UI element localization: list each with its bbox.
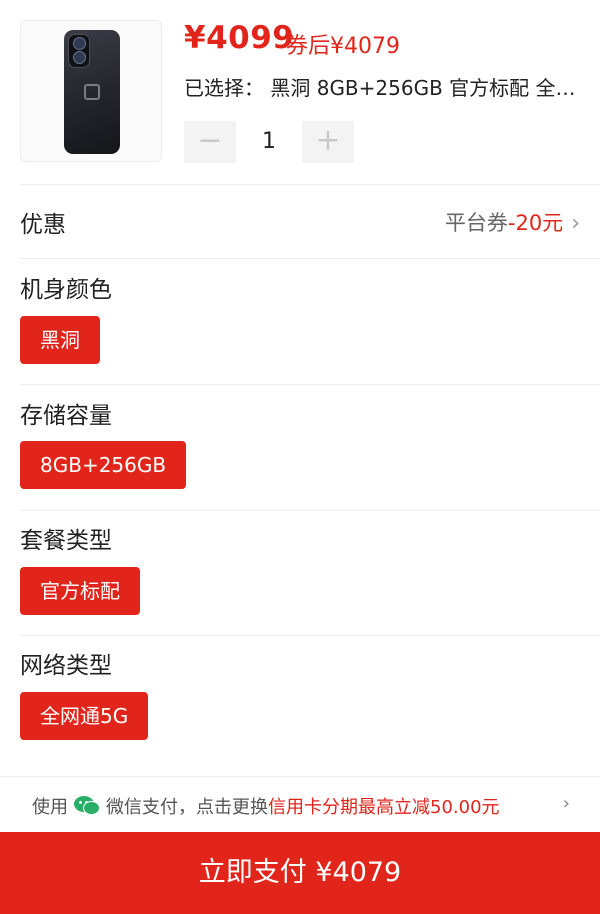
chevron-right-icon: › xyxy=(562,793,570,814)
divider xyxy=(20,258,600,259)
checkout-sheet: ¥4099 券后¥4079 已选择： 黑洞 8GB+256GB 官方标配 全… … xyxy=(0,0,600,914)
decrease-quantity-button[interactable]: − xyxy=(184,121,236,163)
wechat-pay-icon xyxy=(74,796,100,816)
coupon-amount: -20元 xyxy=(507,211,564,235)
option-title-package: 套餐类型 xyxy=(20,528,112,554)
product-summary: ¥4099 券后¥4079 已选择： 黑洞 8GB+256GB 官方标配 全… … xyxy=(0,0,600,184)
credit-card-offer: 信用卡分期最高立减50.00元 xyxy=(268,797,500,818)
chevron-right-icon: › xyxy=(571,211,580,236)
camera-module-icon xyxy=(68,34,90,68)
option-chip-color[interactable]: 黑洞 xyxy=(20,316,100,364)
pay-now-button[interactable]: 立即支付 ¥4079 xyxy=(0,832,600,914)
divider xyxy=(20,184,600,185)
divider xyxy=(20,635,600,636)
brand-logo-icon xyxy=(84,84,100,100)
payment-method-label: 微信支付，点击更换 xyxy=(106,797,268,818)
divider xyxy=(20,510,600,511)
option-title-network: 网络类型 xyxy=(20,653,112,679)
option-title-storage: 存储容量 xyxy=(20,403,112,429)
promo-selector[interactable]: 平台券-20元 › xyxy=(445,207,580,237)
phone-image xyxy=(64,30,120,154)
increase-quantity-button[interactable]: + xyxy=(302,121,354,163)
payment-use-label: 使用 xyxy=(32,797,68,818)
option-chip-package[interactable]: 官方标配 xyxy=(20,567,140,615)
promo-label: 优惠 xyxy=(20,212,66,238)
option-chip-network[interactable]: 全网通5G xyxy=(20,692,149,740)
product-price: ¥4099 xyxy=(184,20,295,56)
option-title-color: 机身颜色 xyxy=(20,277,112,303)
option-chip-storage[interactable]: 8GB+256GB xyxy=(20,441,187,489)
quantity-value[interactable]: 1 xyxy=(236,121,302,163)
payment-method-row[interactable]: 使用 微信支付，点击更换信用卡分期最高立减50.00元 › xyxy=(0,776,600,833)
divider xyxy=(20,384,600,385)
platform-coupon-label: 平台券 xyxy=(444,211,508,235)
coupon-price: 券后¥4079 xyxy=(286,34,400,59)
product-thumbnail xyxy=(20,20,162,162)
selected-spec: 已选择： 黑洞 8GB+256GB 官方标配 全… xyxy=(184,76,576,100)
